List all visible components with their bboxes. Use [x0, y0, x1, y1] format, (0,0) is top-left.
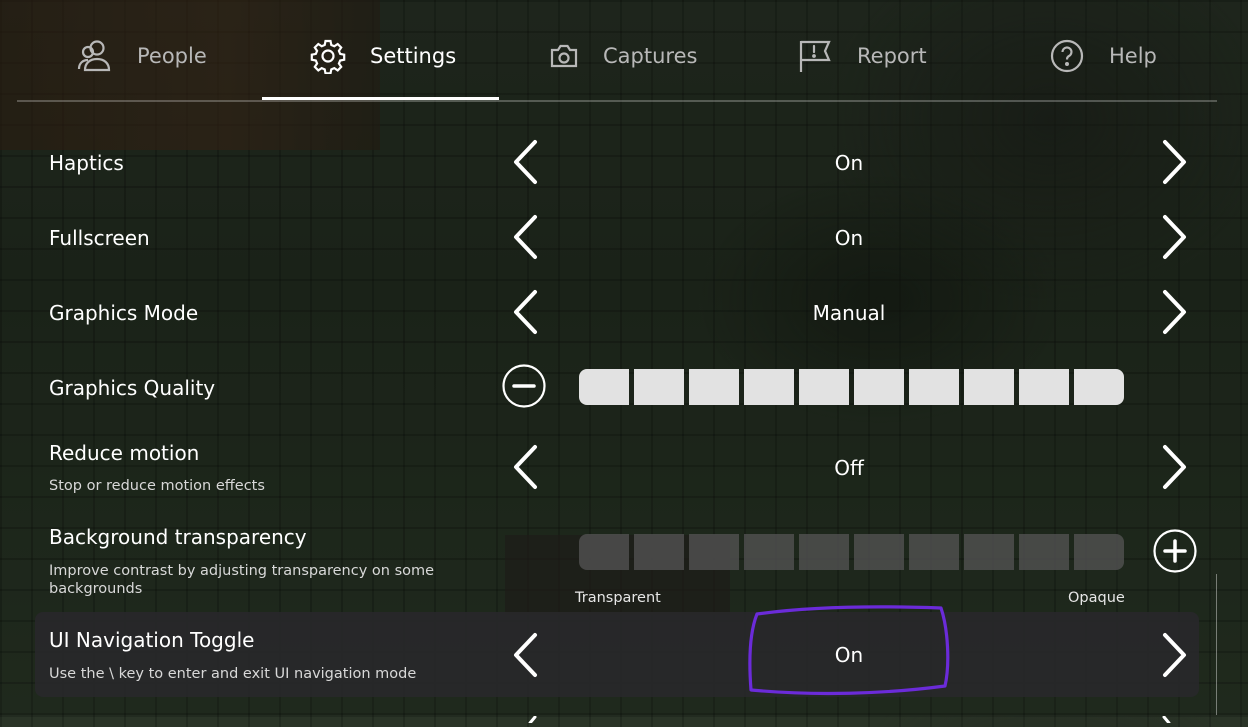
setting-description: Stop or reduce motion effects — [49, 478, 265, 494]
slider-segment[interactable] — [1019, 534, 1069, 570]
tab-label: Settings — [370, 44, 457, 68]
setting-row-background-transparency: Background transparency Improve contrast… — [35, 512, 1199, 612]
slider-segment[interactable] — [909, 534, 959, 570]
slider-segment[interactable] — [1074, 534, 1124, 570]
slider-segment[interactable] — [579, 369, 629, 405]
slider-segment[interactable] — [854, 369, 904, 405]
slider-segment[interactable] — [689, 369, 739, 405]
tab-people[interactable]: People — [77, 26, 207, 86]
slider-segment[interactable] — [579, 534, 629, 570]
slider-segment[interactable] — [964, 369, 1014, 405]
chevron-left-icon[interactable] — [505, 137, 545, 187]
slider-segment[interactable] — [744, 369, 794, 405]
slider-segment[interactable] — [744, 534, 794, 570]
slider-segment[interactable] — [1019, 369, 1069, 405]
setting-label: Graphics Quality — [49, 376, 216, 400]
chevron-left-icon[interactable] — [505, 212, 545, 262]
setting-row-ui-navigation-toggle[interactable]: UI Navigation Toggle Use the \ key to en… — [35, 612, 1199, 697]
slider-segment[interactable] — [634, 534, 684, 570]
slider-max-label: Opaque — [1068, 590, 1125, 606]
setting-row-graphics-quality: Graphics Quality — [35, 349, 1199, 424]
people-icon — [77, 39, 113, 73]
tab-label: Report — [857, 44, 927, 68]
setting-value: Off — [834, 456, 864, 480]
setting-row-reduce-motion: Reduce motion Stop or reduce motion effe… — [35, 424, 1199, 509]
setting-label: UI Navigation Toggle — [49, 628, 255, 652]
setting-value: On — [834, 151, 864, 175]
tab-report[interactable]: Report — [797, 26, 927, 86]
chevron-right-icon[interactable] — [1155, 212, 1195, 262]
chevron-left-icon[interactable] — [505, 630, 545, 680]
background-transparency-slider[interactable] — [579, 534, 1124, 570]
tab-label: People — [137, 44, 207, 68]
setting-value: On — [834, 226, 864, 250]
setting-row-graphics-mode: Graphics Mode Manual — [35, 274, 1199, 349]
chevron-right-icon[interactable] — [1155, 630, 1195, 680]
setting-description: Use the \ key to enter and exit UI navig… — [49, 666, 417, 682]
slider-segment[interactable] — [689, 534, 739, 570]
graphics-quality-slider[interactable] — [579, 369, 1124, 405]
chevron-right-icon[interactable] — [1155, 442, 1195, 492]
chevron-right-icon[interactable] — [1155, 287, 1195, 337]
slider-segment[interactable] — [634, 369, 684, 405]
chevron-right-icon[interactable] — [1155, 137, 1195, 187]
tab-captures[interactable]: Captures — [549, 26, 697, 86]
tab-settings[interactable]: Settings — [310, 26, 456, 86]
setting-label: Reduce motion — [49, 441, 200, 465]
setting-label: Background transparency — [49, 525, 307, 549]
slider-segment[interactable] — [1074, 369, 1124, 405]
slider-segment[interactable] — [799, 534, 849, 570]
flag-icon — [797, 38, 833, 74]
help-icon — [1049, 38, 1085, 74]
tab-bar: People Settings Captures Report Help — [17, 0, 1217, 102]
slider-min-label: Transparent — [575, 590, 661, 606]
chevron-left-icon — [525, 708, 539, 727]
slider-segment[interactable] — [799, 369, 849, 405]
setting-row-haptics: Haptics On — [35, 124, 1199, 199]
tab-label: Help — [1109, 44, 1157, 68]
setting-row-fullscreen: Fullscreen On — [35, 199, 1199, 274]
setting-label: Graphics Mode — [49, 301, 199, 325]
setting-description: Improve contrast by adjusting transparen… — [49, 563, 435, 597]
slider-segment[interactable] — [854, 534, 904, 570]
slider-segment[interactable] — [964, 534, 1014, 570]
slider-segment[interactable] — [909, 369, 959, 405]
chevron-left-icon[interactable] — [505, 442, 545, 492]
tab-label: Captures — [603, 44, 698, 68]
setting-label: Fullscreen — [49, 226, 150, 250]
scrollbar-track[interactable] — [1216, 574, 1217, 715]
setting-label: Haptics — [49, 151, 124, 175]
camera-icon — [549, 42, 579, 70]
active-tab-indicator — [262, 97, 499, 100]
tab-help[interactable]: Help — [1049, 26, 1157, 86]
gear-icon — [310, 38, 346, 74]
plus-circle-icon[interactable] — [1153, 529, 1197, 573]
annotation-circle — [745, 604, 955, 703]
chevron-right-icon — [1160, 708, 1174, 727]
chevron-left-icon[interactable] — [505, 287, 545, 337]
setting-value: Manual — [812, 301, 886, 325]
minus-circle-icon[interactable] — [502, 364, 546, 408]
